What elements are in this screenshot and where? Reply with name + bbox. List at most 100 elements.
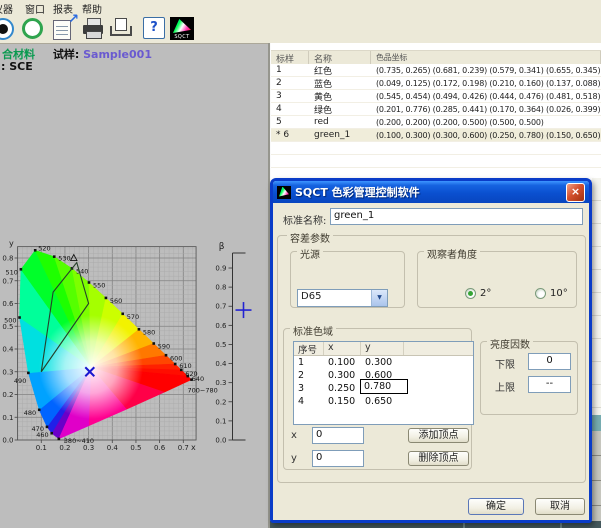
svg-text:470: 470: [32, 425, 44, 433]
svg-text:0.9: 0.9: [215, 265, 226, 273]
y-input[interactable]: 0: [312, 450, 364, 467]
svg-text:0.3: 0.3: [83, 444, 94, 452]
menu-instrument[interactable]: 仪器: [0, 1, 13, 16]
svg-text:0.7: 0.7: [2, 277, 13, 285]
vertex-row[interactable]: 10.1000.300: [294, 356, 473, 369]
svg-text:490: 490: [14, 377, 26, 385]
add-vertex-button[interactable]: 添加顶点: [408, 428, 469, 443]
lower-limit-input[interactable]: 0: [528, 353, 571, 370]
radio-10deg-label: 10°: [550, 288, 568, 299]
svg-text:540: 540: [76, 267, 88, 275]
vertex-row[interactable]: 40.1500.650: [294, 395, 473, 408]
cancel-button[interactable]: 取消: [535, 498, 585, 515]
upper-limit-label: 上限: [495, 379, 515, 394]
vertex-edit-cell[interactable]: 0.780: [360, 379, 408, 394]
y-label: y: [291, 453, 297, 464]
standards-row-empty[interactable]: [271, 155, 601, 168]
standard-name-input[interactable]: green_1: [330, 208, 583, 225]
toolbar: ↗ ? SQCT: [0, 15, 601, 44]
vertex-column-header[interactable]: 序号: [294, 342, 324, 355]
svg-text:550: 550: [93, 282, 105, 290]
vertex-column-header[interactable]: y: [361, 342, 404, 355]
radio-observer-2deg[interactable]: 2°: [465, 288, 491, 299]
svg-text:0.4: 0.4: [2, 346, 14, 354]
vertex-list[interactable]: 序号xy 10.1000.30020.3000.60030.25040.1500…: [293, 341, 474, 425]
x-input[interactable]: 0: [312, 427, 364, 444]
svg-text:0.2: 0.2: [2, 391, 13, 399]
standard-gamut-label: 标准色域: [290, 323, 336, 338]
upper-limit-input[interactable]: --: [528, 376, 571, 393]
standards-row[interactable]: 2蓝色(0.049, 0.125) (0.172, 0.198) (0.210,…: [271, 77, 601, 90]
column-header[interactable]: 标样: [271, 51, 309, 64]
standards-row[interactable]: 3黄色(0.545, 0.454) (0.494, 0.426) (0.444,…: [271, 90, 601, 103]
background-table-sliver: [592, 178, 601, 521]
standards-row[interactable]: * 6green_1(0.100, 0.300) (0.300, 0.600) …: [271, 129, 601, 142]
column-header[interactable]: 名称: [309, 51, 371, 64]
svg-text:640: 640: [192, 375, 204, 383]
radio-2deg-label: 2°: [480, 288, 491, 299]
calibration-ring-icon[interactable]: [21, 17, 46, 41]
svg-text:0.6: 0.6: [215, 322, 227, 330]
sqct-main-window: 仪器 窗口 报表 帮助 ↗ ? SQCT 合材料: [0, 0, 601, 528]
close-icon[interactable]: ×: [566, 183, 585, 202]
x-label: x: [291, 430, 297, 441]
svg-text:0.5: 0.5: [130, 444, 141, 452]
standards-row[interactable]: 4绿色(0.201, 0.776) (0.285, 0.441) (0.170,…: [271, 103, 601, 116]
svg-text:0.1: 0.1: [2, 414, 13, 422]
svg-text:0.8: 0.8: [215, 284, 226, 292]
chromaticity-chart[interactable]: 380~410460470480490500510520530540550560…: [0, 235, 268, 465]
svg-text:0.3: 0.3: [215, 379, 226, 387]
svg-text:0.4: 0.4: [215, 360, 227, 368]
sqct-logo-text: SQCT: [170, 34, 194, 40]
sample-label: 试样:: [53, 48, 79, 61]
light-source-value: D65: [301, 291, 321, 302]
measure-target-icon[interactable]: [0, 17, 17, 41]
svg-text:700~780: 700~780: [188, 387, 218, 395]
light-source-label: 光源: [297, 246, 323, 261]
observer-angle-label: 观察者角度: [424, 246, 480, 261]
menu-window[interactable]: 窗口: [25, 1, 45, 16]
dialog-title: SQCT 色彩管理控制软件: [295, 184, 566, 200]
print-icon[interactable]: [82, 17, 107, 41]
radio-unselected-icon: [535, 288, 546, 299]
menu-help[interactable]: 帮助: [82, 1, 102, 16]
svg-text:0.1: 0.1: [215, 417, 226, 425]
svg-text:0.0: 0.0: [2, 437, 13, 445]
svg-text:530: 530: [58, 255, 70, 263]
standards-row[interactable]: 1红色(0.735, 0.265) (0.681, 0.239) (0.579,…: [271, 64, 601, 77]
svg-text:0.0: 0.0: [215, 437, 226, 445]
dialog-titlebar[interactable]: SQCT 色彩管理控制软件 ×: [273, 181, 589, 203]
svg-text:480: 480: [24, 409, 36, 417]
standards-table-body: 1红色(0.735, 0.265) (0.681, 0.239) (0.579,…: [271, 64, 601, 181]
ok-button[interactable]: 确定: [468, 498, 524, 515]
svg-text:β: β: [219, 242, 225, 252]
column-header[interactable]: 色品坐标: [371, 51, 601, 64]
svg-text:y: y: [9, 239, 14, 248]
svg-text:570: 570: [127, 313, 139, 321]
radio-observer-10deg[interactable]: 10°: [535, 288, 568, 299]
sample-name: Sample001: [83, 48, 152, 61]
svg-text:0.7: 0.7: [215, 303, 226, 311]
help-icon[interactable]: ?: [143, 17, 168, 41]
svg-text:0.2: 0.2: [59, 444, 70, 452]
vertex-list-header: 序号xy: [294, 342, 473, 356]
report-icon[interactable]: ↗: [52, 17, 77, 41]
menu-bar: 仪器 窗口 报表 帮助: [0, 0, 601, 15]
radio-selected-icon: [465, 288, 476, 299]
export-icon[interactable]: [109, 17, 134, 41]
svg-text:0.8: 0.8: [2, 255, 13, 263]
svg-text:0.1: 0.1: [36, 444, 47, 452]
svg-text:0.2: 0.2: [215, 398, 226, 406]
sqct-logo-icon[interactable]: SQCT: [170, 17, 195, 41]
standards-row[interactable]: 5red(0.200, 0.200) (0.200, 0.500) (0.500…: [271, 116, 601, 129]
svg-text:590: 590: [158, 342, 170, 350]
standards-row-empty[interactable]: [271, 142, 601, 155]
svg-text:0.5: 0.5: [2, 323, 13, 331]
delete-vertex-button[interactable]: 删除顶点: [408, 451, 469, 466]
light-source-select[interactable]: D65 ▼: [297, 289, 388, 307]
lower-limit-label: 下限: [495, 356, 515, 371]
svg-text:0.4: 0.4: [107, 444, 119, 452]
svg-text:0.3: 0.3: [2, 368, 13, 376]
vertex-column-header[interactable]: x: [324, 342, 361, 355]
chevron-down-icon[interactable]: ▼: [371, 290, 387, 306]
